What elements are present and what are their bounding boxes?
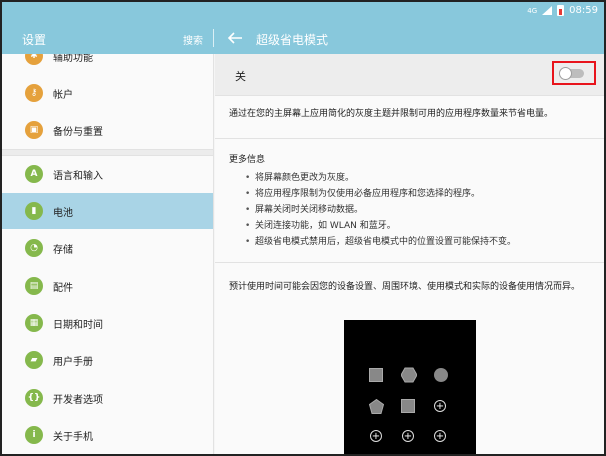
grayscale-home-preview: + + + +: [344, 320, 476, 454]
app-square-icon: [369, 368, 383, 382]
sidebar-item-label: 开发者选项: [53, 394, 103, 406]
settings-sidebar: ✱ 辅助功能 ⚷ 帐户 ▣ 备份与重置 A 语言和输入 ▮ 电池 ◔ 存储 ▤ …: [2, 54, 214, 454]
list-item: 关闭连接功能，如 WLAN 和蓝牙。: [245, 218, 595, 234]
divider: [215, 262, 604, 263]
manual-icon: ▰: [25, 351, 43, 369]
list-item: 将应用程序限制为仅使用必备应用程序和您选择的程序。: [245, 186, 595, 202]
sidebar-item-accessibility[interactable]: ✱ 辅助功能: [2, 54, 213, 74]
page-title: 超级省电模式: [256, 33, 329, 47]
key-icon: ⚷: [25, 84, 43, 102]
calendar-icon: ▦: [25, 314, 43, 332]
sidebar-item-accounts[interactable]: ⚷ 帐户: [2, 75, 213, 111]
sidebar-item-label: 语言和输入: [53, 170, 103, 182]
storage-icon: ◔: [25, 239, 43, 257]
list-item: 将屏幕颜色更改为灰度。: [245, 170, 595, 186]
app-pentagon-icon: [368, 398, 385, 414]
developer-icon: {}: [25, 389, 43, 407]
network-type: 4G: [527, 6, 538, 15]
battery-status-icon: [557, 5, 565, 16]
sidebar-item-user-manual[interactable]: ▰ 用户手册: [2, 342, 213, 378]
group-separator: [2, 149, 213, 156]
toggle-state-label: 关: [235, 70, 246, 83]
status-bar: 4G 08:59: [2, 2, 604, 22]
list-item: 超级省电模式禁用后，超级省电模式中的位置设置可能保持不变。: [245, 234, 595, 250]
language-icon: A: [25, 165, 43, 183]
sidebar-item-about[interactable]: i 关于手机: [2, 417, 213, 453]
search-button[interactable]: 搜索: [183, 32, 203, 47]
settings-title: 设置: [22, 33, 47, 47]
list-item: 屏幕关闭时关闭移动数据。: [245, 202, 595, 218]
sidebar-item-label: 电池: [53, 207, 73, 219]
sidebar-item-backup[interactable]: ▣ 备份与重置: [2, 112, 213, 148]
accessibility-icon: ✱: [25, 54, 43, 65]
screen-frame: 4G 08:59 设置 搜索 超级省电模式 ✱ 辅助功能 ⚷ 帐户 ▣ 备份与重…: [0, 0, 606, 456]
app-bar: 设置 搜索 超级省电模式: [2, 22, 604, 54]
battery-icon: ▮: [25, 202, 43, 220]
sidebar-item-developer[interactable]: {} 开发者选项: [2, 380, 213, 416]
status-icons: 4G 08:59: [527, 5, 598, 16]
divider: [215, 138, 604, 139]
add-app-icon: +: [434, 430, 446, 442]
clock: 08:59: [569, 5, 598, 16]
sidebar-item-storage[interactable]: ◔ 存储: [2, 230, 213, 266]
sidebar-item-label: 日期和时间: [53, 319, 103, 331]
sidebar-item-label: 关于手机: [53, 431, 93, 443]
add-app-icon: +: [402, 430, 414, 442]
detail-panel: 关 通过在您的主屏幕上应用简化的灰度主题并限制可用的应用程序数量来节省电量。 更…: [215, 54, 604, 454]
sidebar-item-battery[interactable]: ▮ 电池: [2, 193, 213, 229]
description-text: 通过在您的主屏幕上应用简化的灰度主题并限制可用的应用程序数量来节省电量。: [229, 109, 554, 119]
signal-icon: [542, 6, 553, 15]
sidebar-item-label: 存储: [53, 244, 73, 256]
sidebar-item-accessories[interactable]: ▤ 配件: [2, 268, 213, 304]
accessory-icon: ▤: [25, 277, 43, 295]
sidebar-item-label: 辅助功能: [53, 54, 93, 64]
sidebar-item-date-time[interactable]: ▦ 日期和时间: [2, 305, 213, 341]
back-arrow-icon[interactable]: [226, 30, 244, 46]
power-saving-switch[interactable]: [559, 67, 584, 80]
app-square-icon: [401, 399, 415, 413]
sidebar-item-label: 备份与重置: [53, 126, 103, 138]
more-info-heading: 更多信息: [229, 155, 266, 165]
highlight-box: [552, 61, 596, 85]
estimate-text: 预计使用时间可能会因您的设备设置、周围环境、使用模式和实际的设备使用情况而异。: [229, 282, 581, 292]
sidebar-item-language[interactable]: A 语言和输入: [2, 156, 213, 192]
appbar-divider: [213, 29, 214, 47]
info-icon: i: [25, 426, 43, 444]
master-toggle-row[interactable]: 关: [215, 54, 604, 96]
sidebar-item-label: 配件: [53, 282, 73, 294]
sidebar-item-label: 帐户: [53, 89, 73, 101]
app-circle-icon: [434, 368, 448, 382]
backup-icon: ▣: [25, 121, 43, 139]
app-hexagon-icon: [400, 367, 418, 383]
info-bullet-list: 将屏幕颜色更改为灰度。 将应用程序限制为仅使用必备应用程序和您选择的程序。 屏幕…: [245, 170, 595, 250]
sidebar-item-label: 用户手册: [53, 356, 93, 368]
add-app-icon: +: [370, 430, 382, 442]
add-app-icon: +: [434, 400, 446, 412]
switch-knob: [559, 67, 572, 80]
